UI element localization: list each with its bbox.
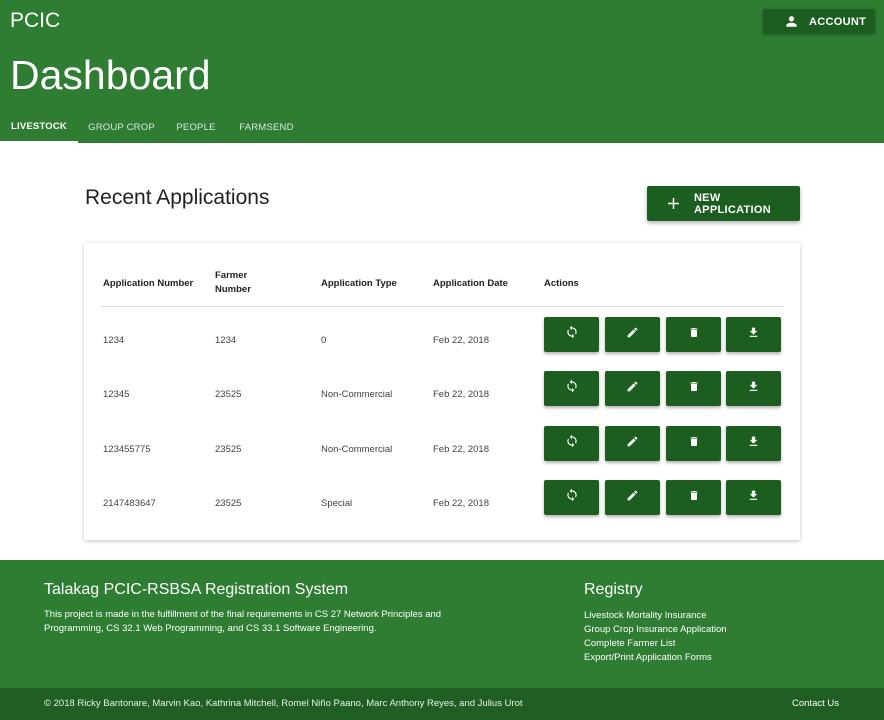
cell-farmer-number: 23525 <box>215 444 242 455</box>
cell-application-date: Feb 22, 2018 <box>433 498 489 509</box>
cell-application-date: Feb 22, 2018 <box>433 335 489 346</box>
registry-links: Livestock Mortality Insurance Group Crop… <box>584 609 727 665</box>
copyright-text: © 2018 Ricky Bantonare, Marvin Kao, Kath… <box>44 698 523 709</box>
refresh-icon <box>565 488 579 507</box>
new-application-button[interactable]: NEW APPLICATION <box>647 186 800 221</box>
section-title: Recent Applications <box>85 186 270 209</box>
cell-application-number: 1234 <box>103 335 125 346</box>
cell-application-type: Non-Commercial <box>321 389 393 400</box>
page-title: Dashboard <box>10 52 211 98</box>
tab-label: PEOPLE <box>176 121 216 133</box>
column-header-text: Number <box>215 284 251 295</box>
plus-icon <box>668 198 680 210</box>
contact-us-link[interactable]: Contact Us <box>792 698 839 709</box>
edit-button[interactable] <box>605 426 660 461</box>
edit-button[interactable] <box>605 371 660 406</box>
trash-icon <box>688 326 700 344</box>
footer-bottom-bar: © 2018 Ricky Bantonare, Marvin Kao, Kath… <box>0 688 884 720</box>
pencil-icon <box>626 326 639 344</box>
brand-logo[interactable]: PCIC <box>10 9 60 33</box>
delete-button[interactable] <box>666 480 721 515</box>
cell-farmer-number: 23525 <box>215 498 242 509</box>
delete-button[interactable] <box>666 371 721 406</box>
table-row: 123455775 23525 Non-Commercial Feb 22, 2… <box>84 424 800 478</box>
download-button[interactable] <box>726 317 781 352</box>
cell-farmer-number: 1234 <box>215 335 237 346</box>
column-header-application-date: Application Date <box>433 278 508 289</box>
tab-livestock[interactable]: LIVESTOCK <box>0 111 78 143</box>
tab-label: GROUP CROP <box>88 121 155 133</box>
tab-group-crop[interactable]: GROUP CROP <box>78 111 165 143</box>
column-header-actions: Actions <box>544 278 579 289</box>
refresh-icon <box>565 434 579 453</box>
refresh-button[interactable] <box>544 317 599 352</box>
cell-application-number: 123455775 <box>103 444 151 455</box>
delete-button[interactable] <box>666 426 721 461</box>
tab-bar: LIVESTOCK GROUP CROP PEOPLE FARMSEND <box>0 111 306 143</box>
cell-application-type: Non-Commercial <box>321 444 393 455</box>
edit-button[interactable] <box>605 317 660 352</box>
registry-link-livestock-mortality[interactable]: Livestock Mortality Insurance <box>584 609 727 623</box>
registry-link-farmer-list[interactable]: Complete Farmer List <box>584 637 727 651</box>
registry-link-group-crop[interactable]: Group Crop Insurance Application <box>584 623 727 637</box>
delete-button[interactable] <box>666 317 721 352</box>
refresh-button[interactable] <box>544 371 599 406</box>
cell-farmer-number: 23525 <box>215 389 242 400</box>
footer-description: This project is made in the fulfillment … <box>44 609 442 634</box>
trash-icon <box>688 489 700 507</box>
pencil-icon <box>626 380 639 398</box>
refresh-button[interactable] <box>544 426 599 461</box>
column-header-application-type: Application Type <box>321 278 397 289</box>
download-button[interactable] <box>726 426 781 461</box>
header-divider <box>101 306 784 307</box>
person-icon <box>783 14 799 30</box>
column-header-farmer-number: Farmer Number <box>215 269 251 297</box>
cell-application-type: Special <box>321 498 353 509</box>
cell-application-date: Feb 22, 2018 <box>433 444 489 455</box>
cell-application-number: 12345 <box>103 389 130 400</box>
column-header-application-number: Application Number <box>103 278 194 289</box>
download-icon <box>747 326 760 344</box>
pencil-icon <box>626 435 639 453</box>
tab-people[interactable]: PEOPLE <box>165 111 227 143</box>
cell-application-number: 2147483647 <box>103 498 156 509</box>
footer-title: Talakag PCIC-RSBSA Registration System <box>44 581 349 598</box>
refresh-button[interactable] <box>544 480 599 515</box>
table-row: 12345 23525 Non-Commercial Feb 22, 2018 <box>84 369 800 423</box>
footer: Talakag PCIC-RSBSA Registration System T… <box>0 560 884 688</box>
tab-label: FARMSEND <box>239 121 294 133</box>
cell-application-date: Feb 22, 2018 <box>433 389 489 400</box>
column-header-text: Farmer <box>215 270 248 281</box>
table-row: 1234 1234 0 Feb 22, 2018 <box>84 315 800 369</box>
account-button[interactable]: ACCOUNT <box>763 9 875 34</box>
table-row: 2147483647 23525 Special Feb 22, 2018 <box>84 478 800 532</box>
refresh-icon <box>565 379 579 398</box>
new-application-label: NEW APPLICATION <box>693 191 771 216</box>
download-button[interactable] <box>726 371 781 406</box>
trash-icon <box>688 380 700 398</box>
applications-table: Application Number Farmer Number Applica… <box>84 243 800 540</box>
registry-link-export-forms[interactable]: Export/Print Application Forms <box>584 651 727 665</box>
refresh-icon <box>565 325 579 344</box>
tab-farmsend[interactable]: FARMSEND <box>227 111 306 143</box>
app-header: PCIC ACCOUNT Dashboard LIVESTOCK GROUP C… <box>0 0 884 143</box>
download-icon <box>747 435 760 453</box>
pencil-icon <box>626 489 639 507</box>
registry-title: Registry <box>584 581 643 598</box>
download-icon <box>747 489 760 507</box>
download-icon <box>747 380 760 398</box>
trash-icon <box>688 435 700 453</box>
download-button[interactable] <box>726 480 781 515</box>
account-label: ACCOUNT <box>809 15 867 28</box>
tab-label: LIVESTOCK <box>11 120 67 132</box>
edit-button[interactable] <box>605 480 660 515</box>
cell-application-type: 0 <box>321 335 327 346</box>
